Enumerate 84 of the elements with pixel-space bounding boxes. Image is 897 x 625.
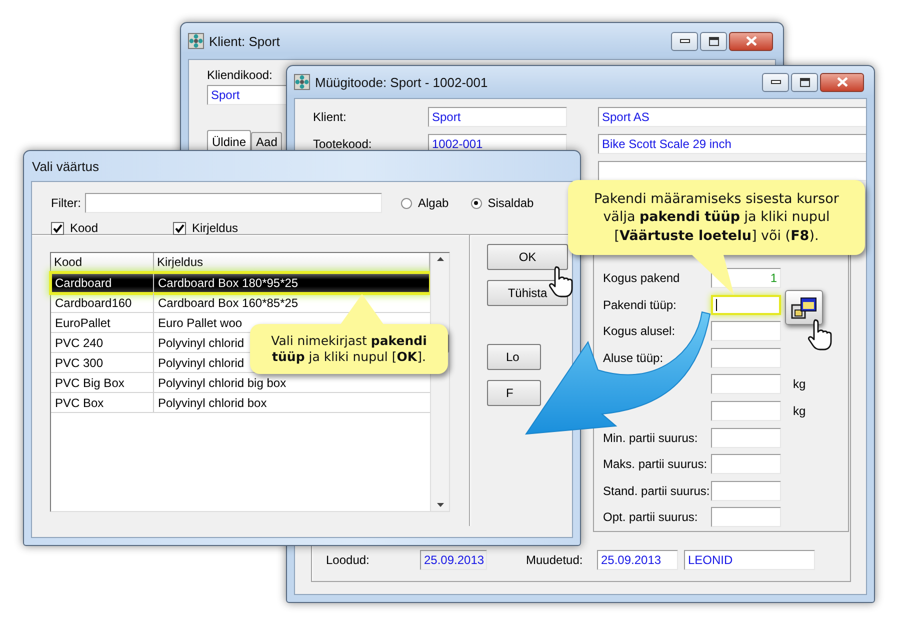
input-field[interactable] [711,507,781,528]
input-field[interactable] [711,374,781,394]
close-icon [836,77,848,87]
checkbox-label: Kood [70,221,98,235]
window-title: Müügitoode: Sport - 1002-001 [315,74,488,90]
scroll-up-icon [436,257,444,261]
field-label: Stand. partii suurus: [603,484,711,498]
field-label: Kogus pakend [603,271,681,285]
radio-button[interactable] [470,198,482,208]
dialog-button[interactable]: Lo [487,344,541,370]
input-field[interactable] [711,348,781,368]
input-field[interactable]: Bike Scott Scale 29 inch [598,134,866,154]
field-label: Min. partii suurus: [603,430,699,445]
radio-button[interactable] [401,198,412,208]
input-field[interactable]: 25.09.2013 [597,550,678,570]
input-field[interactable]: Sport AS [598,107,866,127]
input-field[interactable] [711,321,781,342]
input-field[interactable] [711,400,781,421]
minimize-button[interactable] [671,32,698,50]
field-label: Tootekood: [313,137,373,151]
list-row[interactable]: Cardboard Cardboard Box 180*95*25 [51,273,430,293]
table-cell-text: Polyvinyl chlorid box [157,395,268,412]
table-cell: Cardboard160 [51,293,154,312]
checkbox[interactable] [51,222,64,234]
input-field[interactable] [598,161,866,181]
field-label: Kliendikood: [207,68,274,82]
field-label: Loodud: [326,553,370,567]
radio-label: Sisaldab [488,196,534,210]
radio-label: Algab [418,196,449,210]
table-cell: Cardboard [51,273,154,292]
field-label: Maks. partii suurus: [603,457,708,472]
dialog-button[interactable]: F [487,380,541,406]
table-cell: PVC 240 [51,333,154,352]
field-label: Aluse tüüp: [603,350,664,365]
field-label: Kogus alusel: [603,324,676,338]
table-cell-text: Polyvinyl chlorid [157,335,246,352]
tab[interactable]: Üldine [207,130,252,151]
list-row[interactable]: PVC Box Polyvinyl chlorid box [51,393,430,413]
window-title: Vali väärtus [32,158,99,174]
input-field[interactable]: Sport [428,107,567,127]
tooltip-text: Pakendi määramiseks sisesta kursor välja pakendi tüüp ja kliki nupul [Väärtuste loetelu] või (F8). [593,190,840,245]
filter-field[interactable] [85,193,382,213]
close-button[interactable] [729,32,773,50]
app-icon [188,33,204,49]
input-field[interactable] [711,428,781,448]
maximize-icon [708,36,718,46]
table-cell-text: Cardboard Box 180*95*25 [157,275,300,292]
table-cell-text: Polyvinyl chlorid big box [157,375,288,392]
field-label: Muudetud: [526,553,584,567]
input-field[interactable] [711,454,781,474]
table-cell: EuroPallet [51,313,154,332]
maximize-button[interactable] [700,32,727,50]
minimize-icon [680,39,690,43]
field-label: Klient: [313,110,348,124]
table-cell: PVC Box [51,393,154,412]
dialog-button[interactable]: OK [487,244,568,270]
field-label: Filter: [51,196,81,210]
minimize-icon [770,80,780,84]
table-cell-text: Polyvinyl chlorid [157,355,246,372]
unit-label: kg [792,377,807,392]
maximize-icon [800,78,810,86]
field-label: Opt. partii suurus: [603,510,699,524]
table-cell-text: Cardboard Box 160*85*25 [157,295,300,312]
close-button[interactable] [820,72,864,92]
table-cell-text: Euro Pallet woo [157,315,244,332]
input-field[interactable]: Sport [207,85,289,105]
app-icon [294,74,310,90]
checkbox[interactable] [173,222,186,234]
windows-icon [791,296,817,320]
field-label: Pakendi tüüp: [603,298,678,312]
unit-label: kg [792,404,807,418]
window-title: Klient: Sport [209,34,280,48]
minimize-button[interactable] [762,72,789,92]
checkbox-label: Kirjeldus [192,221,238,235]
tab[interactable]: Aad [251,132,282,151]
close-icon [746,36,756,46]
table-cell: PVC 300 [51,353,154,372]
input-field: 25.09.2013 [420,550,487,570]
input-field[interactable] [711,480,781,501]
table-cell: PVC Big Box [51,373,154,392]
maximize-button[interactable] [791,72,818,92]
lookup-button[interactable] [785,290,823,325]
scroll-down-icon [436,503,444,507]
input-field[interactable]: LEONID [684,550,815,570]
